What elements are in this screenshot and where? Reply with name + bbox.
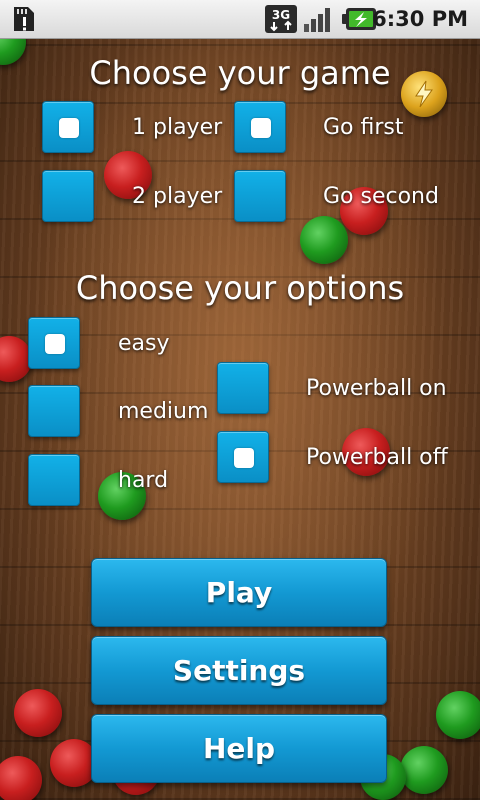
network-type-label: 3G: [272, 8, 290, 22]
sd-card-notification-icon: [14, 7, 34, 31]
powerball-on-checkbox[interactable]: [217, 362, 269, 414]
decorative-red-ball: [14, 689, 62, 737]
medium-checkbox[interactable]: [28, 385, 80, 437]
decorative-green-ball: [400, 746, 448, 794]
go-first-checkbox[interactable]: [234, 101, 286, 153]
settings-button[interactable]: Settings: [91, 636, 387, 705]
two-player-label: 2 player: [132, 184, 223, 209]
decorative-green-ball: [300, 216, 348, 264]
network-3g-icon: 3G: [265, 5, 297, 33]
go-first-label: Go first: [323, 115, 404, 140]
checkbox-checked-mark: [251, 118, 271, 138]
checkbox-checked-mark: [234, 448, 254, 468]
one-player-checkbox[interactable]: [42, 101, 94, 153]
decorative-red-ball: [0, 756, 42, 800]
two-player-checkbox[interactable]: [42, 170, 94, 222]
checkbox-checked-mark: [59, 118, 79, 138]
easy-checkbox[interactable]: [28, 317, 80, 369]
signal-strength-icon: [304, 8, 330, 32]
medium-label: medium: [118, 399, 209, 424]
one-player-label: 1 player: [132, 115, 223, 140]
go-second-checkbox[interactable]: [234, 170, 286, 222]
powerball-off-checkbox[interactable]: [217, 431, 269, 483]
status-bar: 3G 6:30 PM: [0, 0, 480, 39]
hard-label: hard: [118, 468, 169, 493]
powerball-off-label: Powerball off: [306, 445, 448, 470]
go-second-label: Go second: [323, 184, 439, 209]
checkbox-checked-mark: [45, 334, 65, 354]
status-time: 6:30 PM: [372, 7, 468, 31]
help-button[interactable]: Help: [91, 714, 387, 783]
game-section-title: Choose your game: [89, 54, 391, 92]
decorative-green-ball: [436, 691, 480, 739]
options-section-title: Choose your options: [75, 269, 405, 307]
powerball-on-label: Powerball on: [306, 376, 447, 401]
hard-checkbox[interactable]: [28, 454, 80, 506]
play-button[interactable]: Play: [91, 558, 387, 627]
easy-label: easy: [118, 331, 170, 356]
